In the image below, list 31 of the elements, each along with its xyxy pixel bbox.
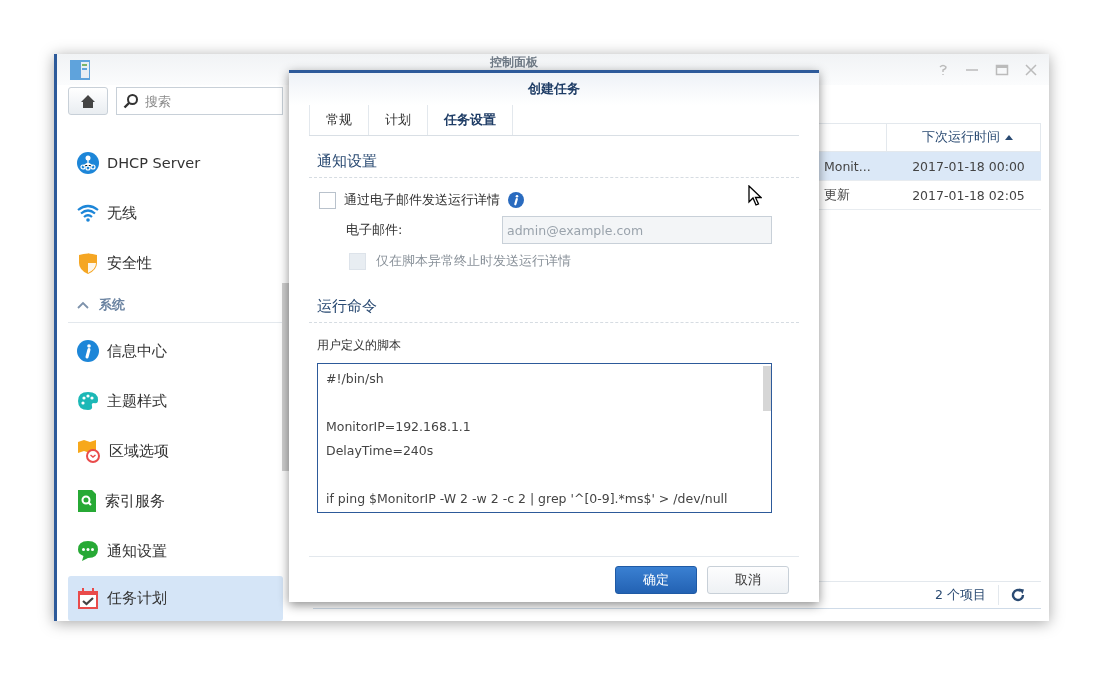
- tab[interactable]: 常规: [309, 105, 368, 135]
- table-cell: 2017-01-18 00:00: [912, 158, 1025, 174]
- section-header: 系统: [99, 296, 125, 314]
- item-count: 2 个项目: [935, 586, 986, 604]
- field-label: 电子邮件:: [346, 221, 404, 239]
- script-editor[interactable]: #!/bin/sh MonitorIP=192.168.1.1 DelayTime=240s if ping $MonitorIP -W 2 -w 2 -c 2 | grep '^[0-9].*ms$' > /dev/null: [317, 363, 772, 513]
- sidebar-item[interactable]: 安全性: [68, 238, 283, 288]
- search-field[interactable]: 搜索: [116, 87, 283, 115]
- sidebar-item[interactable]: 区域选项: [68, 426, 283, 476]
- field-label: 用户定义的脚本: [317, 337, 402, 354]
- checkbox-label: 通过电子邮件发送运行详情: [344, 191, 500, 209]
- dialog-title: 创建任务: [528, 80, 580, 98]
- sidebar-item[interactable]: 主题样式: [68, 376, 283, 426]
- sidebar-item[interactable]: 任务计划: [68, 576, 283, 621]
- section-heading: 通知设置: [309, 152, 799, 178]
- sidebar-item[interactable]: 信息中心: [68, 326, 283, 376]
- sidebar-item[interactable]: 无线: [68, 188, 283, 238]
- sidebar-item[interactable]: 索引服务: [68, 476, 283, 526]
- table-cell: Monit...: [824, 158, 871, 174]
- column-header[interactable]: 下次运行时间: [886, 124, 1041, 151]
- sidebar-item[interactable]: DHCP Server: [68, 138, 283, 188]
- table-cell: 2017-01-18 02:05: [912, 187, 1025, 203]
- table-cell: 更新: [824, 186, 850, 204]
- sidebar-item[interactable]: 通知设置: [68, 526, 283, 576]
- window-title: 控制面板: [489, 54, 539, 71]
- checkbox-label: 仅在脚本异常终止时发送运行详情: [376, 252, 571, 270]
- tab[interactable]: 任务设置: [427, 105, 513, 135]
- cancel-button[interactable]: 取消: [707, 565, 789, 594]
- confirm-button[interactable]: 确定: [615, 565, 697, 594]
- tab[interactable]: 计划: [368, 105, 427, 135]
- section-heading: 运行命令: [309, 297, 799, 323]
